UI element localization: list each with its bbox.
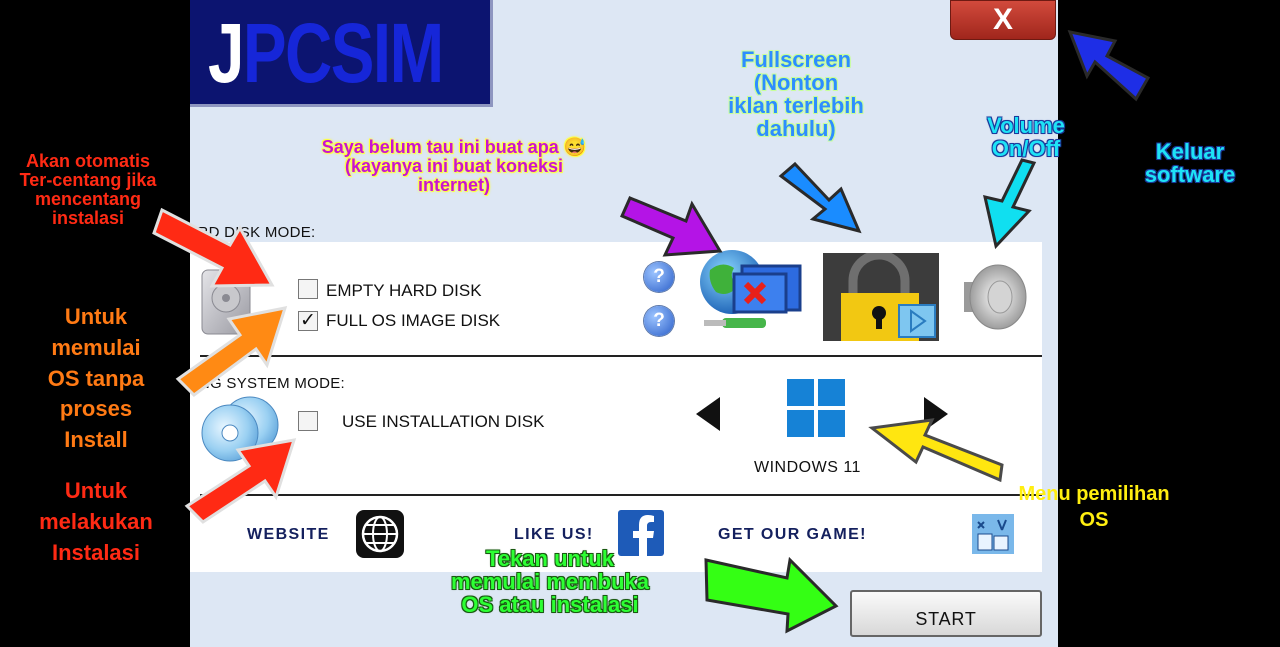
website-label[interactable]: WEBSITE [247,526,330,544]
divider [200,494,1042,496]
full-os-image-disk-checkbox[interactable]: ✓ [298,311,318,331]
annotation-line: On/Off [991,136,1061,162]
annotation-line: internet) [418,174,490,195]
annotation-line: OS tanpa [47,365,145,391]
previous-os-arrow-icon[interactable] [696,397,720,431]
annotation-fullscreen: Fullscreen (Nonton iklan terlebih dahulu… [710,48,882,140]
annotation-line: proses [59,396,133,422]
annotation-line: software [1144,162,1236,188]
annotation-exit: Keluar software [1122,140,1258,186]
network-disconnected-icon[interactable] [698,248,808,340]
annotation-line: Volume [987,113,1065,138]
annotation-line: mencentang [34,188,142,209]
annotation-auto-check: Akan otomatis Ter-centang jika mencentan… [6,152,170,228]
annotation-line: OS [1079,509,1109,531]
help-icon[interactable]: ? [644,306,674,336]
annotation-line: Ter-centang jika [19,169,157,190]
annotation-line: (Nonton [753,70,839,96]
empty-hard-disk-label: EMPTY HARD DISK [326,281,482,300]
hard-disk-icon [201,269,251,335]
annotation-line: (kayanya ini buat koneksi [344,155,564,176]
annotation-unknown: Saya belum tau ini buat apa 😅 (kayanya i… [294,138,614,195]
annotation-line: dahulu) [756,116,836,142]
next-os-arrow-icon[interactable] [924,397,948,431]
annotation-line: iklan terlebih [728,93,864,119]
os-name-label: WINDOWS 11 [754,459,861,476]
logo-rest: PCSIM [242,6,444,100]
globe-icon[interactable] [356,510,404,558]
annotation-line: Keluar [1155,139,1225,164]
annotation-volume: Volume On/Off [974,114,1078,160]
annotation-line: Fullscreen [740,47,852,72]
logo-text: JPCSIM [208,6,444,100]
annotation-line: memulai [51,334,141,360]
empty-hard-disk-checkbox[interactable] [298,279,318,299]
logo-first-letter: J [208,6,244,100]
close-button[interactable]: X [950,0,1056,40]
divider [200,355,1042,357]
like-us-label[interactable]: LIKE US! [514,526,594,544]
annotation-do-install: Untuk melakukan Instalasi [0,476,192,568]
close-icon: X [992,3,1013,36]
use-installation-disk-checkbox[interactable] [298,411,318,431]
start-button[interactable]: START [850,590,1042,637]
windows-logo-icon [787,379,845,437]
annotation-os-menu: Menu pemilihan OS [1004,481,1184,533]
get-our-game-label[interactable]: GET OUR GAME! [718,526,867,544]
annotation-start-no-install: Untuk memulai OS tanpa proses Install [0,302,192,456]
annotation-line: melakukan [39,508,153,534]
help-icon[interactable]: ? [644,262,674,292]
hard-disk-mode-label: HARD DISK MODE: [190,224,316,241]
annotation-line: Install [64,427,128,453]
annotation-line: Untuk [64,304,128,329]
app-logo: JPCSIM [190,0,493,107]
annotation-line: Akan otomatis [25,151,151,171]
os-mode-label: OPERATING SYSTEM MODE: [190,375,346,392]
use-installation-disk-label: USE INSTALLATION DISK [342,412,545,431]
annotation-line: OS atau instalasi [461,592,639,618]
annotation-line: Instalasi [51,539,141,565]
annotation-press-start: Tekan untuk memulai membuka OS atau inst… [428,547,672,616]
check-mark-icon: ✓ [300,310,316,331]
cd-disc-icon [201,396,279,462]
fullscreen-lock-icon[interactable] [823,253,939,341]
annotation-line: Menu pemilihan [1018,483,1170,505]
annotation-line: instalasi [51,207,125,228]
annotation-arrow [1067,29,1151,102]
annotation-line: Untuk [64,478,128,503]
speaker-icon[interactable] [960,262,1032,334]
annotation-line: Tekan untuk [486,546,614,571]
full-os-image-disk-label: FULL OS IMAGE DISK [326,311,501,330]
annotation-line: Saya belum tau ini buat apa 😅 [321,137,587,157]
annotation-line: memulai membuka [450,569,650,595]
